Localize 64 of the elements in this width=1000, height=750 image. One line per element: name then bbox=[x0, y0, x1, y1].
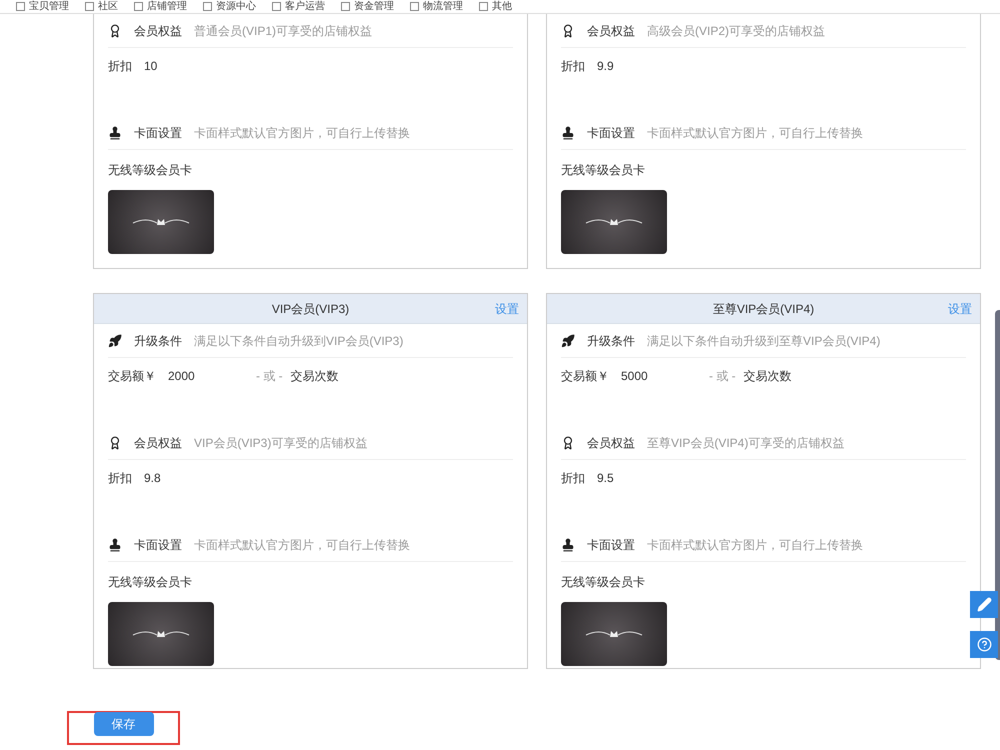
field-label: 交易次数 bbox=[290, 368, 339, 385]
field-label: 折扣 bbox=[108, 470, 132, 487]
section-title: 会员权益 bbox=[134, 22, 182, 40]
field-value: 10 bbox=[144, 58, 158, 75]
pencil-icon bbox=[976, 597, 992, 612]
permission-checkbox[interactable]: 资源中心 bbox=[203, 2, 256, 12]
section-title: 卡面设置 bbox=[587, 124, 635, 142]
section-hint: 至尊VIP会员(VIP4)可享受的店铺权益 bbox=[647, 434, 844, 452]
field-label: 交易额￥ bbox=[108, 368, 156, 385]
rocket-icon bbox=[108, 334, 122, 348]
field-label: 折扣 bbox=[561, 470, 585, 487]
section-title: 卡面设置 bbox=[587, 536, 635, 554]
stamp-icon bbox=[561, 126, 575, 140]
field-label: 折扣 bbox=[561, 58, 585, 75]
section-title: 会员权益 bbox=[587, 434, 635, 452]
section-title: 升级条件 bbox=[587, 332, 635, 350]
medal-icon bbox=[561, 436, 575, 450]
or-separator: - 或 - bbox=[256, 368, 283, 385]
section-hint: 满足以下条件自动升级到VIP会员(VIP3) bbox=[194, 332, 404, 350]
permission-checkbox[interactable]: 资金管理 bbox=[341, 2, 394, 12]
section-hint: 满足以下条件自动升级到至尊VIP会员(VIP4) bbox=[647, 332, 880, 350]
section-hint: VIP会员(VIP3)可享受的店铺权益 bbox=[194, 434, 368, 452]
help-icon bbox=[976, 637, 992, 652]
section-hint: 普通会员(VIP1)可享受的店铺权益 bbox=[194, 22, 372, 40]
field-value: 9.8 bbox=[144, 470, 162, 487]
card-type-label: 无线等级会员卡 bbox=[108, 575, 192, 589]
card-title: 至尊VIP会员(VIP4) bbox=[712, 300, 814, 318]
section-title: 卡面设置 bbox=[134, 124, 182, 142]
section-hint: 卡面样式默认官方图片，可自行上传替换 bbox=[647, 124, 863, 142]
field-label: 折扣 bbox=[108, 58, 132, 75]
field-value: 9.9 bbox=[597, 58, 615, 75]
permission-checkbox[interactable]: 客户运营 bbox=[272, 2, 325, 12]
permission-checkbox[interactable]: 店铺管理 bbox=[134, 2, 187, 12]
edit-button[interactable] bbox=[970, 591, 998, 618]
stamp-icon bbox=[561, 538, 575, 552]
rocket-icon bbox=[561, 334, 575, 348]
permission-checkbox[interactable]: 宝贝管理 bbox=[16, 2, 69, 12]
card-type-label: 无线等级会员卡 bbox=[561, 575, 645, 589]
section-title: 会员权益 bbox=[587, 22, 635, 40]
section-title: 升级条件 bbox=[134, 332, 182, 350]
permission-checkbox[interactable]: 其他 bbox=[479, 2, 512, 12]
section-hint: 卡面样式默认官方图片，可自行上传替换 bbox=[194, 536, 410, 554]
permission-checkbox[interactable]: 社区 bbox=[85, 2, 118, 12]
help-button[interactable] bbox=[970, 631, 998, 658]
section-title: 卡面设置 bbox=[134, 536, 182, 554]
card-type-label: 无线等级会员卡 bbox=[561, 163, 645, 177]
field-value: 9.5 bbox=[597, 470, 615, 487]
stamp-icon bbox=[108, 538, 122, 552]
medal-icon bbox=[561, 24, 575, 38]
section-hint: 卡面样式默认官方图片，可自行上传替换 bbox=[194, 124, 410, 142]
or-separator: - 或 - bbox=[709, 368, 736, 385]
stamp-icon bbox=[108, 126, 122, 140]
card-type-label: 无线等级会员卡 bbox=[108, 163, 192, 177]
field-value: 2000 bbox=[168, 368, 196, 385]
field-value: 5000 bbox=[621, 368, 649, 385]
card-title: VIP会员(VIP3) bbox=[272, 300, 350, 318]
section-hint: 卡面样式默认官方图片，可自行上传替换 bbox=[647, 536, 863, 554]
medal-icon bbox=[108, 436, 122, 450]
section-hint: 高级会员(VIP2)可享受的店铺权益 bbox=[647, 22, 826, 40]
section-title: 会员权益 bbox=[134, 434, 182, 452]
field-label: 交易额￥ bbox=[561, 368, 609, 385]
medal-icon bbox=[108, 24, 122, 38]
permission-checkbox[interactable]: 物流管理 bbox=[410, 2, 463, 12]
field-label: 交易次数 bbox=[744, 368, 792, 385]
